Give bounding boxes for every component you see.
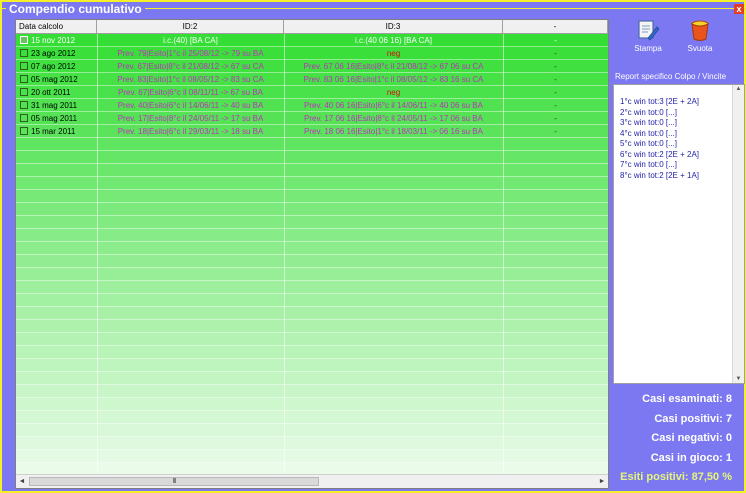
report-label: Report specifico Colpo / Vincite: [615, 72, 727, 81]
report-item[interactable]: 1°c win tot:3 [2E + 2A]: [620, 97, 744, 108]
row-checkbox[interactable]: [20, 62, 28, 70]
report-vertical-scrollbar[interactable]: ▲ ▼: [732, 85, 744, 383]
row-checkbox[interactable]: [20, 75, 28, 83]
clear-button[interactable]: Svuota: [680, 18, 720, 53]
report-item[interactable]: 7°c win tot:0 [...]: [620, 160, 744, 171]
close-icon[interactable]: x: [734, 4, 744, 14]
report-item[interactable]: 8°c win tot:2 [2E + 1A]: [620, 171, 744, 182]
stats-panel: Casi esaminati: 8 Casi positivi: 7 Casi …: [614, 390, 732, 488]
scroll-thumb[interactable]: III: [29, 477, 319, 486]
row-checkbox[interactable]: [20, 101, 28, 109]
stat-positive: Casi positivi: 7: [654, 412, 732, 425]
row-checkbox[interactable]: [20, 127, 28, 135]
column-header-id2[interactable]: ID:2: [97, 20, 284, 34]
scroll-up-icon[interactable]: ▲: [733, 86, 744, 92]
scroll-right-icon[interactable]: ►: [596, 475, 608, 488]
column-header-extra[interactable]: -: [503, 20, 608, 34]
column-divider: [284, 34, 285, 475]
report-item[interactable]: 3°c win tot:0 [...]: [620, 118, 744, 129]
grid-body: 15 nov 2012 i.c.(40) [BA CA] i.c.(40 06 16…: [16, 34, 608, 476]
horizontal-scrollbar[interactable]: ◄ III ►: [16, 474, 608, 488]
bucket-icon: [691, 20, 709, 41]
column-divider: [97, 34, 98, 475]
row-checkbox[interactable]: [20, 49, 28, 57]
scroll-down-icon[interactable]: ▼: [733, 376, 744, 382]
cumulative-summary-window: Compendio cumulativo x Data calcolo ID:2…: [0, 0, 746, 493]
print-button[interactable]: Stampa: [628, 18, 668, 53]
report-item[interactable]: 4°c win tot:0 [...]: [620, 129, 744, 140]
stat-in-play: Casi in gioco: 1: [650, 451, 732, 464]
print-icon: [638, 20, 660, 41]
window-title: Compendio cumulativo: [6, 2, 145, 16]
results-grid[interactable]: Data calcolo ID:2 ID:3 - 15 nov 2012 i.c.…: [15, 19, 609, 489]
report-item[interactable]: 2°c win tot:0 [...]: [620, 108, 744, 119]
row-checkbox[interactable]: [20, 36, 28, 44]
report-item[interactable]: 6°c win tot:2 [2E + 2A]: [620, 150, 744, 161]
column-header-date[interactable]: Data calcolo: [16, 20, 97, 34]
stat-negative: Casi negativi: 0: [651, 432, 732, 444]
row-checkbox[interactable]: [20, 88, 28, 96]
stat-examined: Casi esaminati: 8: [642, 393, 732, 405]
column-divider: [503, 34, 504, 475]
report-list[interactable]: 1°c win tot:3 [2E + 2A] 2°c win tot:0 [..…: [613, 84, 745, 384]
scroll-left-icon[interactable]: ◄: [16, 475, 28, 488]
stat-positive-rate: Esiti positivi: 87,50 %: [620, 471, 732, 483]
column-header-id3[interactable]: ID:3: [284, 20, 503, 34]
print-label: Stampa: [634, 44, 662, 53]
clear-label: Svuota: [687, 44, 713, 53]
row-checkbox[interactable]: [20, 114, 28, 122]
report-item[interactable]: 5°c win tot:0 [...]: [620, 139, 744, 150]
